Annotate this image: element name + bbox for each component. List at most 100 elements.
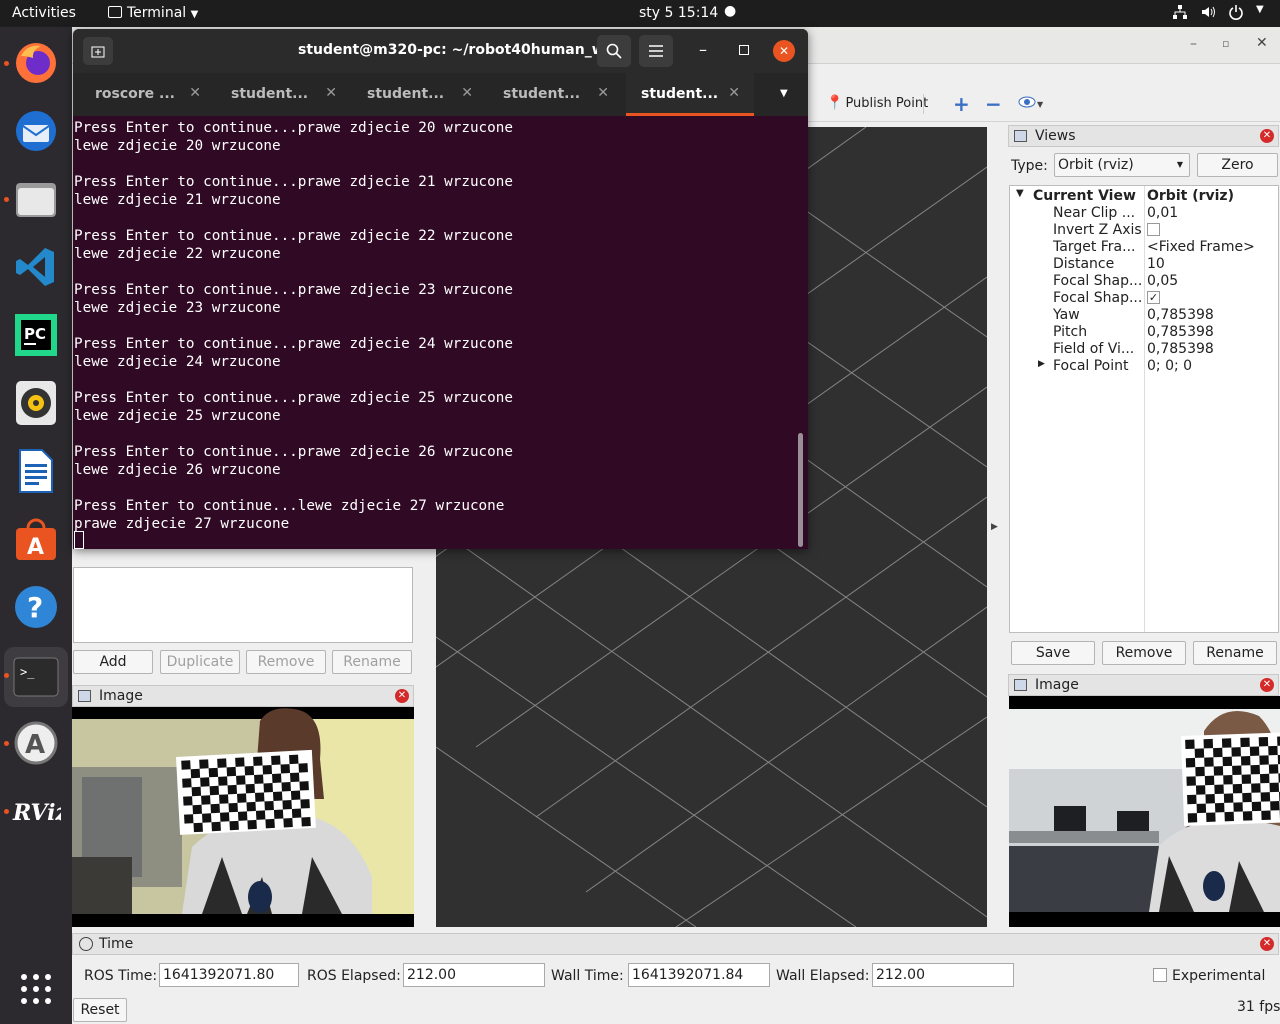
property-row[interactable]: Near Clip ... 0,01 (1010, 205, 1278, 222)
publish-point-tool[interactable]: 📍 Publish Point (826, 95, 928, 111)
new-tab-button[interactable] (83, 37, 113, 65)
left-image-title: Image (99, 688, 143, 704)
system-menu-chevron-icon[interactable]: ▼ (1256, 4, 1264, 15)
views-remove-button[interactable]: Remove (1102, 641, 1186, 665)
wall-elapsed-field[interactable]: 212.00 (872, 963, 1014, 987)
focal-shape-checkbox[interactable]: ✓ (1147, 291, 1160, 304)
ros-time-label: ROS Time: (84, 968, 158, 984)
terminal-title: student@m320-pc: ~/robot40human_ws (298, 42, 613, 58)
thunderbird-icon[interactable] (11, 106, 61, 156)
map-pin-icon: 📍 (826, 95, 844, 111)
property-row[interactable]: Focal Shap... 0,05 (1010, 273, 1278, 290)
views-save-button[interactable]: Save (1011, 641, 1095, 665)
rename-button[interactable]: Rename (332, 650, 412, 674)
ros-elapsed-field[interactable]: 212.00 (403, 963, 545, 987)
tab-label: student... (367, 86, 445, 102)
terminal-line: lewe zdjecie 24 wrzucone (74, 354, 281, 370)
collapse-arrow-icon[interactable]: ▶ (991, 522, 998, 532)
help-icon[interactable]: ? (11, 582, 61, 632)
running-indicator (4, 809, 9, 814)
terminal-tab-bar: roscore ... ✕ student... ✕ student... ✕ stu… (73, 73, 808, 116)
hamburger-icon (649, 45, 663, 57)
tab-close-icon[interactable]: ✕ (461, 85, 473, 101)
property-row[interactable]: Invert Z Axis (1010, 222, 1278, 239)
current-view-value: Orbit (rviz) (1147, 188, 1234, 204)
current-view-row[interactable]: ▼ Current View Orbit (rviz) (1010, 188, 1278, 205)
libreoffice-writer-icon[interactable] (11, 446, 61, 496)
property-row[interactable]: Yaw 0,785398 (1010, 307, 1278, 324)
app-name: Terminal (127, 5, 187, 21)
show-applications-icon[interactable] (11, 964, 61, 1014)
tab-list-chevron-icon[interactable]: ▼ (780, 88, 788, 99)
time-panel-header: Time ✕ (72, 933, 1279, 955)
activities-button[interactable]: Activities (12, 5, 76, 21)
property-row[interactable]: Distance 10 (1010, 256, 1278, 273)
terminal-titlebar: student@m320-pc: ~/robot40human_ws – ✕ (73, 29, 808, 73)
svg-text:?: ? (27, 591, 43, 624)
minimize-icon[interactable]: – (699, 40, 707, 59)
terminal-line: Press Enter to continue...prawe zdjecie … (74, 282, 513, 298)
property-value: 0,05 (1147, 273, 1179, 289)
software-updater-icon[interactable]: A (11, 718, 61, 768)
terminal-scrollbar[interactable] (798, 433, 803, 547)
close-icon[interactable]: ✕ (1260, 678, 1274, 692)
rviz-icon[interactable]: RViz (11, 786, 61, 836)
experimental-checkbox[interactable] (1153, 968, 1167, 982)
terminal-tab[interactable]: student... ✕ (345, 73, 473, 116)
firefox-icon[interactable] (11, 38, 61, 88)
remove-tool-icon[interactable]: − (985, 92, 1002, 116)
close-icon[interactable]: ✕ (773, 40, 795, 62)
search-button[interactable] (597, 35, 631, 67)
terminal-tab[interactable]: roscore ... ✕ (73, 73, 201, 116)
restore-icon[interactable]: ▫ (1222, 37, 1229, 50)
app-menu[interactable]: Terminal ▼ (108, 5, 198, 21)
tab-close-icon[interactable]: ✕ (728, 85, 740, 101)
clock[interactable]: sty 5 15:14 (639, 5, 718, 21)
remove-button[interactable]: Remove (246, 650, 326, 674)
property-row[interactable]: Field of Vi... 0,785398 (1010, 341, 1278, 358)
volume-icon[interactable] (1200, 4, 1216, 24)
wall-time-field[interactable]: 1641392071.84 (628, 963, 770, 987)
files-icon[interactable] (11, 174, 61, 224)
property-row[interactable]: Focal Shap... ✓ (1010, 290, 1278, 307)
chevron-down-icon[interactable]: ▼ (1037, 100, 1043, 109)
add-tool-icon[interactable]: + (953, 92, 970, 116)
zero-button[interactable]: Zero (1197, 153, 1278, 177)
ros-time-field[interactable]: 1641392071.80 (159, 963, 299, 987)
terminal-output[interactable]: Press Enter to continue...prawe zdjecie … (74, 119, 799, 549)
tab-close-icon[interactable]: ✕ (325, 85, 337, 101)
invert-z-checkbox[interactable] (1147, 223, 1160, 236)
add-button[interactable]: Add (73, 650, 153, 674)
network-icon[interactable] (1172, 4, 1188, 24)
terminal-line: Press Enter to continue...prawe zdjecie … (74, 174, 513, 190)
tab-close-icon[interactable]: ✕ (597, 85, 609, 101)
duplicate-button[interactable]: Duplicate (160, 650, 240, 674)
terminal-tab[interactable]: student... ✕ (209, 73, 337, 116)
close-icon[interactable]: ✕ (395, 689, 409, 703)
rhythmbox-icon[interactable] (11, 378, 61, 428)
views-property-tree: ▼ Current View Orbit (rviz) Near Clip ..… (1009, 185, 1279, 633)
property-row[interactable]: Target Fra... <Fixed Frame> (1010, 239, 1278, 256)
splitter[interactable] (72, 549, 414, 563)
tab-close-icon[interactable]: ✕ (189, 85, 201, 101)
vscode-icon[interactable] (11, 242, 61, 292)
expand-arrow-icon: ▶ (1038, 359, 1045, 369)
view-type-select[interactable]: Orbit (rviz) ▼ (1054, 153, 1190, 177)
terminal-tab-active[interactable]: student... ✕ (626, 73, 754, 116)
minimize-icon[interactable]: – (1190, 36, 1197, 52)
hamburger-menu-button[interactable] (639, 35, 673, 67)
terminal-tab[interactable]: student... ✕ (481, 73, 609, 116)
pycharm-icon[interactable]: PC (11, 310, 61, 360)
ubuntu-software-icon[interactable]: A (11, 514, 61, 564)
terminal-dock-icon[interactable]: >_ (4, 647, 68, 707)
power-icon[interactable] (1228, 4, 1244, 24)
close-icon[interactable]: ✕ (1256, 35, 1268, 51)
eye-tool-icon[interactable] (1018, 96, 1036, 112)
close-icon[interactable]: ✕ (1260, 129, 1274, 143)
property-row[interactable]: ▶ Focal Point 0; 0; 0 (1010, 358, 1278, 375)
close-icon[interactable]: ✕ (1260, 937, 1274, 951)
reset-button[interactable]: Reset (73, 998, 127, 1022)
views-rename-button[interactable]: Rename (1193, 641, 1277, 665)
maximize-icon[interactable] (739, 45, 749, 55)
property-row[interactable]: Pitch 0,785398 (1010, 324, 1278, 341)
